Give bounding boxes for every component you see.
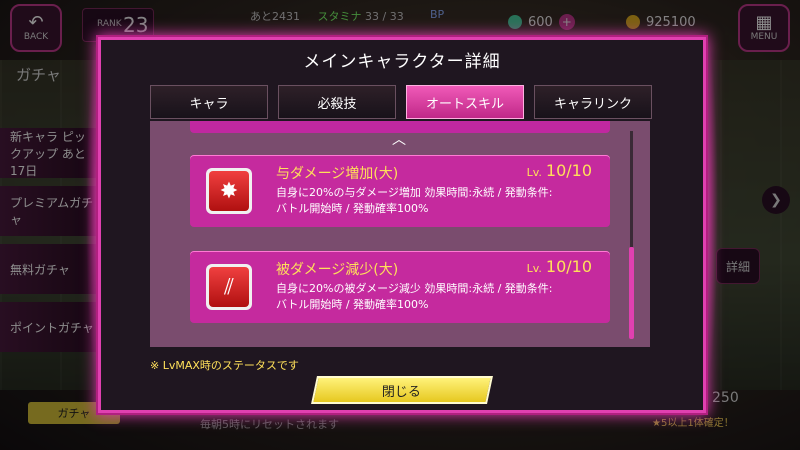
tab-character[interactable]: キャラ	[150, 85, 268, 119]
skill-description: 自身に20%の被ダメージ減少 効果時間:永続 / 発動条件: バトル開始時 / …	[276, 282, 553, 311]
skill-list[interactable]: ︿ ✸ 与ダメージ増加(大) Lv. 10/10 自身に20%の与ダメージ増加 効…	[150, 121, 650, 347]
skill-icon-frame: ✸	[206, 168, 252, 214]
skill-level: Lv. 10/10	[526, 161, 592, 180]
skill-icon-frame: ⫽	[206, 264, 252, 310]
tab-bar: キャラ 必殺技 オートスキル キャラリンク	[150, 85, 652, 119]
skill-level: Lv. 10/10	[526, 257, 592, 276]
lvmax-note: ※ LvMAX時のステータスです	[150, 359, 299, 372]
skill-name: 被ダメージ減少(大)	[276, 262, 399, 278]
skill-card: ⫽ 被ダメージ減少(大) Lv. 10/10 自身に20%の被ダメージ減少 効果時…	[190, 251, 610, 323]
tab-character-link[interactable]: キャラリンク	[534, 85, 652, 119]
scrollbar-thumb[interactable]	[629, 247, 634, 339]
close-button[interactable]: 閉じる	[311, 376, 493, 404]
scroll-up-chevron-icon[interactable]: ︿	[392, 133, 406, 147]
tab-special-move[interactable]: 必殺技	[278, 85, 396, 119]
tab-auto-skill[interactable]: オートスキル	[406, 85, 524, 119]
skill-description: 自身に20%の与ダメージ増加 効果時間:永続 / 発動条件: バトル開始時 / …	[276, 186, 553, 215]
skill-name: 与ダメージ増加(大)	[276, 166, 399, 182]
explosion-icon: ✸	[209, 171, 249, 211]
modal-title: メインキャラクター詳細	[303, 52, 501, 72]
claw-slash-icon: ⫽	[209, 267, 249, 307]
character-detail-modal: メインキャラクター詳細 キャラ 必殺技 オートスキル キャラリンク ︿ ✸ 与ダ…	[96, 35, 708, 415]
skill-card: ✸ 与ダメージ増加(大) Lv. 10/10 自身に20%の与ダメージ増加 効果時…	[190, 155, 610, 227]
